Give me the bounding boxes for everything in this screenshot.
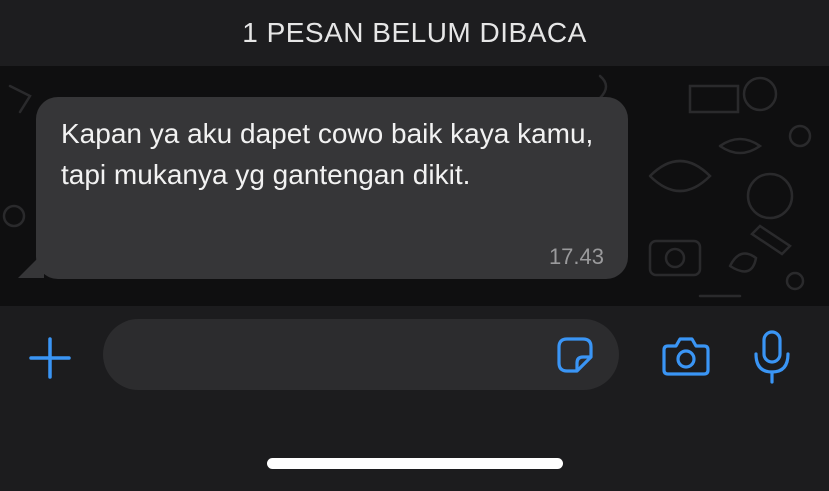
message-composer (0, 306, 829, 491)
message-text: Kapan ya aku dapet cowo baik kaya kamu, … (61, 118, 594, 190)
sticker-icon (557, 337, 593, 373)
message-timestamp: 17.43 (548, 244, 604, 269)
incoming-message-bubble[interactable]: Kapan ya aku dapet cowo baik kaya kamu, … (36, 97, 628, 279)
message-input[interactable] (103, 319, 619, 390)
microphone-icon (754, 330, 790, 384)
camera-icon (662, 337, 710, 376)
chat-area[interactable]: Kapan ya aku dapet cowo baik kaya kamu, … (0, 66, 829, 306)
attach-button[interactable] (28, 336, 72, 380)
plus-icon (29, 337, 71, 379)
unread-count-label: 1 PESAN BELUM DIBACA (242, 17, 587, 48)
unread-messages-banner: 1 PESAN BELUM DIBACA (0, 0, 829, 66)
sticker-button[interactable] (555, 335, 595, 375)
home-indicator[interactable] (267, 458, 563, 469)
microphone-button[interactable] (750, 328, 794, 386)
camera-button[interactable] (660, 334, 712, 378)
